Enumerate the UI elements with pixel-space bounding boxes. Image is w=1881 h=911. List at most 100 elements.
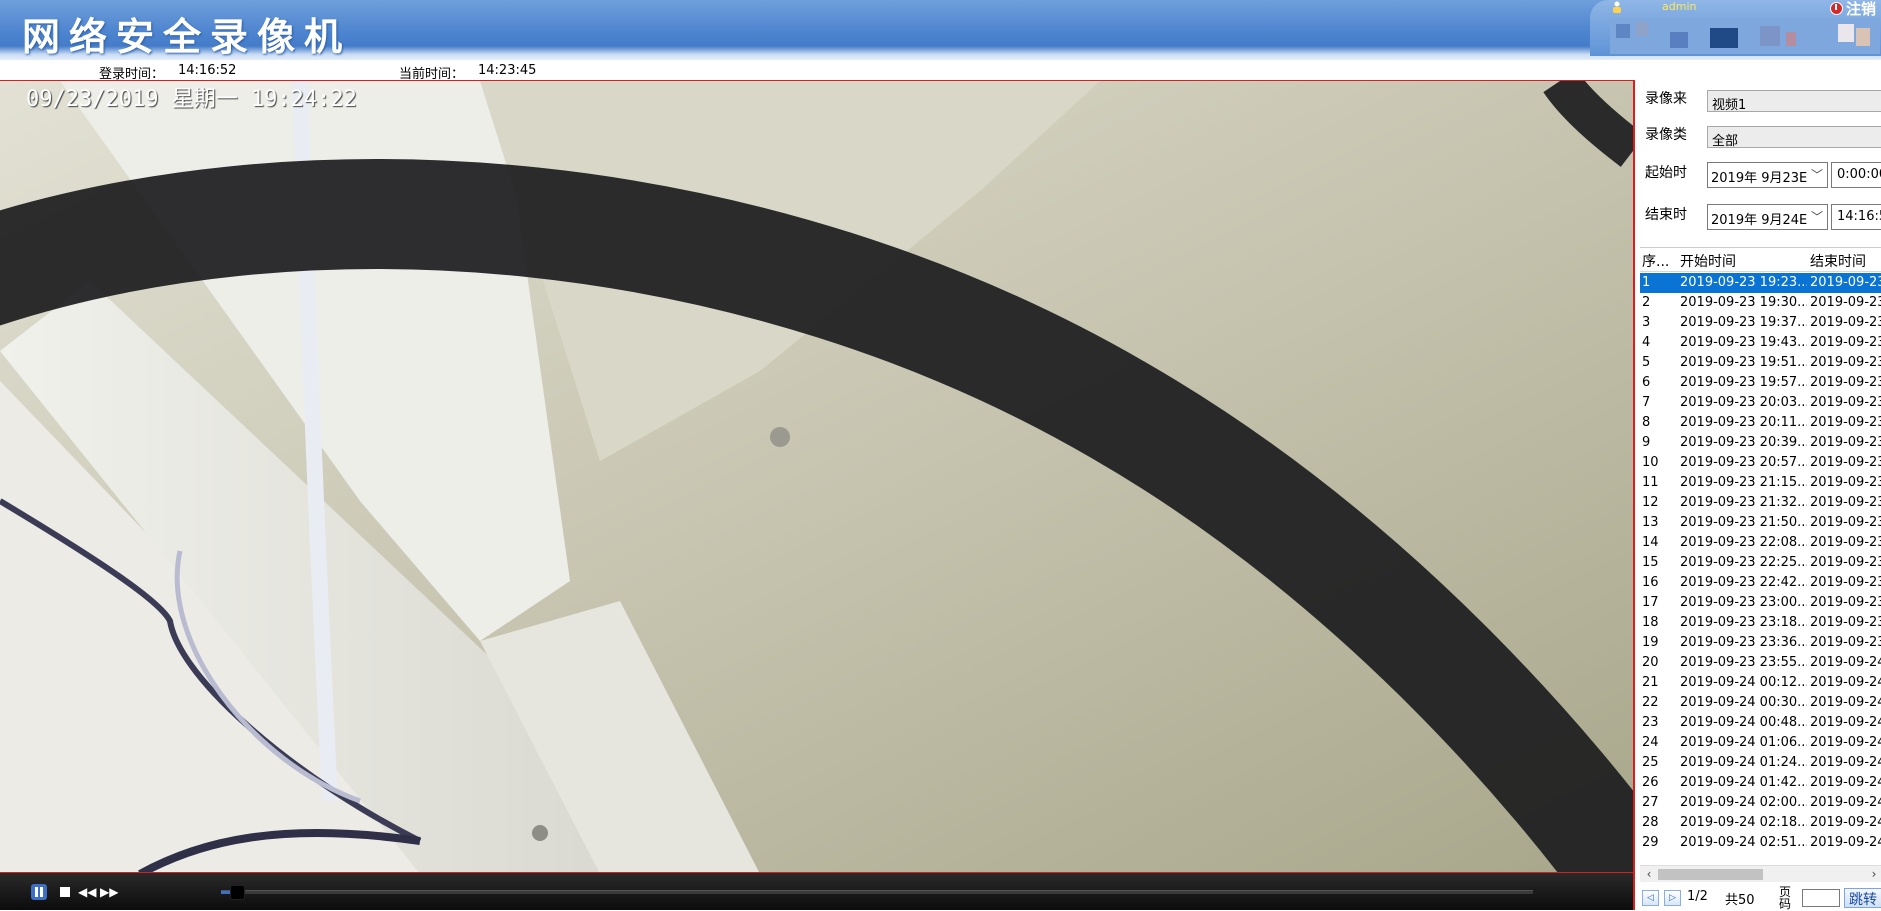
table-row[interactable]: 25 2019-09-24 01:24... 2019-09-24 [1640, 753, 1881, 773]
row-end-time: 2019-09-23 [1810, 555, 1881, 570]
table-row[interactable]: 21 2019-09-24 00:12... 2019-09-24 [1640, 673, 1881, 693]
row-start-time: 2019-09-24 00:30... [1680, 695, 1807, 710]
row-end-time: 2019-09-23 [1810, 615, 1881, 630]
video-playback-area[interactable]: 09/23/2019 星期一 19:24:22 [0, 80, 1633, 873]
power-icon [1830, 1, 1843, 15]
stop-button[interactable] [57, 884, 73, 900]
table-row[interactable]: 28 2019-09-24 02:18... 2019-09-24 [1640, 813, 1881, 833]
table-row[interactable]: 11 2019-09-23 21:15... 2019-09-23 [1640, 473, 1881, 493]
progress-handle[interactable] [230, 885, 246, 900]
next-page-icon[interactable]: ▷ [1664, 890, 1681, 906]
page-indicator: 1/2 [1687, 889, 1708, 904]
recording-list[interactable]: 序... 开始时间 结束时间 1 2019-09-23 19:23... 2019-… [1640, 247, 1881, 862]
end-label: 结束时 [1645, 207, 1687, 223]
end-date-picker[interactable]: 2019年 9月24E ﹀ [1707, 204, 1828, 230]
table-row[interactable]: 16 2019-09-23 22:42... 2019-09-23 [1640, 573, 1881, 593]
chevron-down-icon: ﹀ [1810, 168, 1823, 182]
page-number-input[interactable] [1802, 889, 1840, 907]
start-date-picker[interactable]: 2019年 9月23E ﹀ [1707, 162, 1828, 188]
rewind-icon[interactable]: ◀◀ [78, 884, 96, 900]
row-start-time: 2019-09-23 21:50... [1680, 515, 1807, 530]
table-row[interactable]: 13 2019-09-23 21:50... 2019-09-23 [1640, 513, 1881, 533]
row-start-time: 2019-09-23 19:37... [1680, 315, 1807, 330]
row-start-time: 2019-09-24 00:48... [1680, 715, 1807, 730]
row-end-time: 2019-09-24 [1810, 715, 1881, 730]
row-index: 17 [1642, 595, 1659, 610]
col-header-end[interactable]: 结束时间 [1810, 251, 1866, 271]
row-index: 12 [1642, 495, 1659, 510]
progress-slider[interactable] [221, 885, 1533, 900]
start-date-value: 2019年 9月23E [1711, 171, 1808, 186]
list-header: 序... 开始时间 结束时间 [1640, 248, 1881, 272]
table-row[interactable]: 27 2019-09-24 02:00... 2019-09-24 [1640, 793, 1881, 813]
row-start-time: 2019-09-23 19:23... [1680, 275, 1807, 290]
table-row[interactable]: 26 2019-09-24 01:42... 2019-09-24 [1640, 773, 1881, 793]
table-row[interactable]: 9 2019-09-23 20:39... 2019-09-23 [1640, 433, 1881, 453]
table-row[interactable]: 4 2019-09-23 19:43... 2019-09-23 [1640, 333, 1881, 353]
table-row[interactable]: 15 2019-09-23 22:25... 2019-09-23 [1640, 553, 1881, 573]
table-row[interactable]: 18 2019-09-23 23:18... 2019-09-23 [1640, 613, 1881, 633]
info-bar: 登录时间： 14:16:52 当前时间： 14:23:45 [0, 60, 1881, 82]
table-row[interactable]: 6 2019-09-23 19:57... 2019-09-23 [1640, 373, 1881, 393]
table-row[interactable]: 14 2019-09-23 22:08... 2019-09-23 [1640, 533, 1881, 553]
row-end-time: 2019-09-23 [1810, 435, 1881, 450]
row-start-time: 2019-09-24 01:06... [1680, 735, 1807, 750]
table-row[interactable]: 19 2019-09-23 23:36... 2019-09-23 [1640, 633, 1881, 653]
row-end-time: 2019-09-24 [1810, 675, 1881, 690]
row-start-time: 2019-09-23 22:08... [1680, 535, 1807, 550]
total-count: 共50 [1725, 893, 1755, 908]
table-row[interactable]: 29 2019-09-24 02:51... 2019-09-24 [1640, 833, 1881, 853]
start-time-input[interactable]: 0:00:00 [1831, 162, 1881, 188]
col-header-index[interactable]: 序... [1642, 251, 1669, 271]
row-start-time: 2019-09-24 01:42... [1680, 775, 1807, 790]
row-index: 24 [1642, 735, 1659, 750]
type-select[interactable]: 全部 [1707, 126, 1881, 148]
row-index: 21 [1642, 675, 1659, 690]
row-index: 5 [1642, 355, 1651, 370]
row-end-time: 2019-09-24 [1810, 655, 1881, 670]
prev-page-icon[interactable]: ◁ [1642, 890, 1659, 906]
col-header-start[interactable]: 开始时间 [1680, 251, 1736, 271]
table-row[interactable]: 12 2019-09-23 21:32... 2019-09-23 [1640, 493, 1881, 513]
fast-forward-icon[interactable]: ▶▶ [100, 884, 118, 900]
row-start-time: 2019-09-24 02:00... [1680, 795, 1807, 810]
table-row[interactable]: 7 2019-09-23 20:03... 2019-09-23 [1640, 393, 1881, 413]
row-index: 1 [1642, 275, 1651, 290]
row-index: 25 [1642, 755, 1659, 770]
type-row: 录像类 全部 [1635, 122, 1881, 148]
row-end-time: 2019-09-23 [1810, 315, 1881, 330]
table-row[interactable]: 10 2019-09-23 20:57... 2019-09-23 [1640, 453, 1881, 473]
row-start-time: 2019-09-24 01:24... [1680, 755, 1807, 770]
end-time-input[interactable]: 14:16:54 [1831, 204, 1881, 230]
table-row[interactable]: 5 2019-09-23 19:51... 2019-09-23 [1640, 353, 1881, 373]
source-select[interactable]: 视频1 [1707, 90, 1881, 112]
row-start-time: 2019-09-23 21:32... [1680, 495, 1807, 510]
row-index: 9 [1642, 435, 1651, 450]
scroll-right-icon[interactable]: › [1867, 866, 1881, 883]
type-label: 录像类 [1645, 127, 1687, 143]
row-start-time: 2019-09-24 02:18... [1680, 815, 1807, 830]
table-row[interactable]: 22 2019-09-24 00:30... 2019-09-24 [1640, 693, 1881, 713]
table-row[interactable]: 8 2019-09-23 20:11... 2019-09-23 [1640, 413, 1881, 433]
pause-button[interactable] [31, 884, 47, 900]
horizontal-scrollbar[interactable]: ‹ › [1640, 865, 1881, 882]
row-index: 15 [1642, 555, 1659, 570]
table-row[interactable]: 23 2019-09-24 00:48... 2019-09-24 [1640, 713, 1881, 733]
jump-button[interactable]: 跳转 [1844, 888, 1881, 908]
logout-button[interactable]: 注销 [1830, 0, 1876, 18]
scroll-thumb[interactable] [1658, 869, 1763, 880]
table-row[interactable]: 1 2019-09-23 19:23... 2019-09-23 [1640, 273, 1881, 293]
table-row[interactable]: 24 2019-09-24 01:06... 2019-09-24 [1640, 733, 1881, 753]
scroll-left-icon[interactable]: ‹ [1642, 866, 1656, 883]
table-row[interactable]: 17 2019-09-23 23:00... 2019-09-23 [1640, 593, 1881, 613]
table-row[interactable]: 20 2019-09-23 23:55... 2019-09-24 [1640, 653, 1881, 673]
table-row[interactable]: 2 2019-09-23 19:30... 2019-09-23 [1640, 293, 1881, 313]
row-end-time: 2019-09-23 [1810, 515, 1881, 530]
row-start-time: 2019-09-24 00:12... [1680, 675, 1807, 690]
page-label: 页码 [1779, 885, 1792, 911]
row-end-time: 2019-09-23 [1810, 335, 1881, 350]
search-panel: 录像来 视频1 录像类 全部 起始时 2019年 9月23E ﹀ 0:00:00… [1633, 80, 1881, 910]
row-end-time: 2019-09-23 [1810, 415, 1881, 430]
playback-controls: ◀◀ ▶▶ [0, 873, 1633, 910]
table-row[interactable]: 3 2019-09-23 19:37... 2019-09-23 [1640, 313, 1881, 333]
